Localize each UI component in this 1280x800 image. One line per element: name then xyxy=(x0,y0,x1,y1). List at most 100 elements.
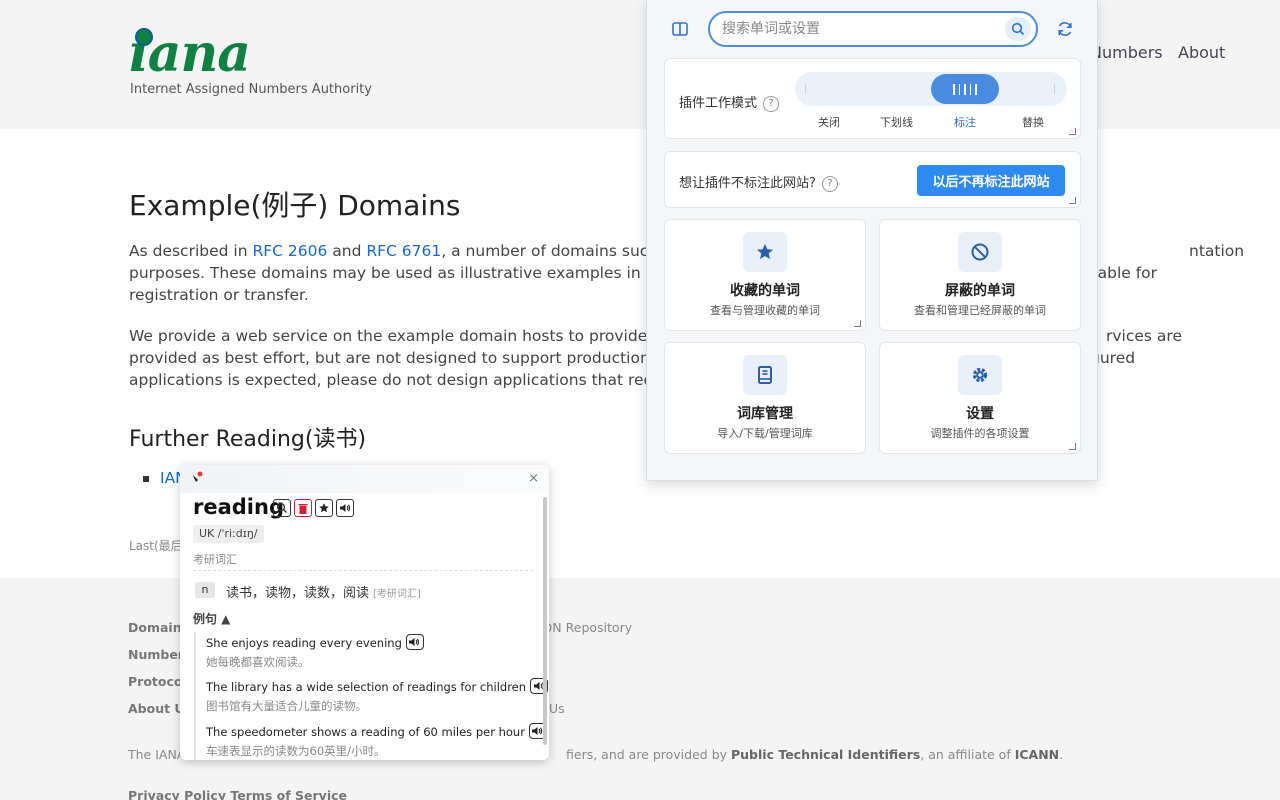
text: We provide a web service on the example … xyxy=(129,327,672,345)
rfc-6761-link[interactable]: RFC 6761 xyxy=(366,242,441,260)
tile-subtitle: 查看与管理收藏的单词 xyxy=(710,304,820,317)
further-reading-heading: Further Reading(读书) xyxy=(129,427,367,452)
library-tile[interactable]: 词库管理 导入/下载/管理词库 xyxy=(664,342,866,454)
mode-card: 插件工作模式? 关闭 下划线 标注 替换 xyxy=(664,58,1081,139)
disable-site-button[interactable]: 以后不再标注此网站 xyxy=(917,165,1065,196)
tile-title: 屏蔽的单词 xyxy=(945,283,1015,299)
examples-list: She enjoys reading every evening 她每晚都喜欢阅… xyxy=(194,632,549,760)
pin-icon[interactable] xyxy=(190,471,204,485)
settings-tile[interactable]: 设置 调整插件的各项设置 xyxy=(879,342,1081,454)
mode-option-underline[interactable]: 下划线 xyxy=(880,114,913,130)
part-of-speech: n xyxy=(195,582,215,598)
tile-subtitle: 查看和管理已经屏蔽的单词 xyxy=(914,304,1046,317)
examples-heading[interactable]: 例句 ▲ xyxy=(193,610,230,627)
star-icon xyxy=(743,232,787,272)
footer-link-idn[interactable]: IDN Repository xyxy=(539,620,632,635)
tile-title: 词库管理 xyxy=(737,406,793,422)
phonetic[interactable]: UK /ˈriːdɪŋ/ xyxy=(193,525,264,543)
word-popup: × reading UK /ˈriːdɪŋ/ 考研词汇 n 读书，读物，读数，阅… xyxy=(180,465,549,760)
logo-subtitle: Internet Assigned Numbers Authority xyxy=(130,82,372,97)
extension-popup: 插件工作模式? 关闭 下划线 标注 替换 想让插件不标注此网站?? 以后不再标注… xyxy=(646,0,1098,481)
mode-slider[interactable] xyxy=(795,72,1067,106)
nav-numbers[interactable]: Numbers xyxy=(1090,43,1163,62)
text: , an affiliate of xyxy=(920,747,1015,762)
iana-logo[interactable]: iana Internet Assigned Numbers Authority xyxy=(129,26,372,102)
pti-name: Public Technical Identifiers xyxy=(731,747,921,762)
resize-corner-icon xyxy=(1069,128,1076,135)
mode-option-replace[interactable]: 替换 xyxy=(1022,114,1044,130)
example-en: The library has a wide selection of read… xyxy=(206,678,549,694)
text: ilable for xyxy=(1089,264,1158,282)
text: As described in xyxy=(129,242,253,260)
star-icon[interactable] xyxy=(315,499,333,517)
tile-subtitle: 调整插件的各项设置 xyxy=(930,427,1030,440)
bullet xyxy=(143,476,149,482)
word-tag: 考研词汇 xyxy=(193,553,237,566)
mode-label: 插件工作模式? xyxy=(679,92,780,112)
slider-tick xyxy=(805,84,806,94)
search-box[interactable] xyxy=(708,11,1038,47)
book-icon[interactable] xyxy=(671,20,689,38)
mode-option-off[interactable]: 关闭 xyxy=(818,114,840,130)
example-en: The speedometer shows a reading of 60 mi… xyxy=(206,723,547,739)
help-icon[interactable]: ? xyxy=(763,96,780,112)
example-zh: 车速表显示的读数为60英里/小时。 xyxy=(206,744,386,758)
slider-tick xyxy=(1054,84,1055,94)
definition: 读书，读物，读数，阅读 [考研词汇] xyxy=(226,582,421,601)
close-icon[interactable]: × xyxy=(528,471,539,486)
definition-tag: [考研词汇] xyxy=(373,589,421,600)
example-text: The library has a wide selection of read… xyxy=(206,680,527,694)
footer-policy-links[interactable]: Privacy Policy Terms of Service xyxy=(128,788,347,800)
search-button[interactable] xyxy=(1005,17,1031,41)
text: purposes. These domains may be used as i… xyxy=(129,264,674,282)
nav-about[interactable]: About xyxy=(1178,43,1225,62)
tile-title: 收藏的单词 xyxy=(730,283,800,299)
scrollbar[interactable] xyxy=(543,497,547,745)
resize-corner-icon xyxy=(1069,197,1076,204)
tile-subtitle: 导入/下载/管理词库 xyxy=(717,427,813,440)
divider xyxy=(193,570,533,571)
notebook-icon xyxy=(743,355,787,395)
refresh-icon[interactable] xyxy=(1055,19,1075,39)
blocked-tile[interactable]: 屏蔽的单词 查看和管理已经屏蔽的单词 xyxy=(879,219,1081,331)
example-text: The speedometer shows a reading of 60 mi… xyxy=(206,725,525,739)
speaker-icon[interactable] xyxy=(336,499,354,517)
favorites-tile[interactable]: 收藏的单词 查看与管理收藏的单词 xyxy=(664,219,866,331)
footer-link-number[interactable]: Number xyxy=(128,647,184,662)
delete-icon[interactable] xyxy=(294,499,312,517)
example-en: She enjoys reading every evening xyxy=(206,634,424,650)
text: fiers, and are provided by xyxy=(566,747,731,762)
text: rvices are xyxy=(1106,327,1182,345)
example-text: She enjoys reading every evening xyxy=(206,636,402,650)
gear-icon xyxy=(958,355,1002,395)
site-label: 想让插件不标注此网站?? xyxy=(679,172,838,192)
tile-title: 设置 xyxy=(966,406,994,422)
footer-link-us[interactable]: Us xyxy=(549,701,565,716)
text: , a number of domains such as xyxy=(441,242,681,260)
resize-corner-icon xyxy=(1069,443,1076,450)
rfc-2606-link[interactable]: RFC 2606 xyxy=(252,242,327,260)
text: and xyxy=(327,242,367,260)
mode-label-text: 插件工作模式 xyxy=(679,96,758,111)
word-headword: reading xyxy=(193,495,284,519)
example-zh: 她每晚都喜欢阅读。 xyxy=(206,655,310,669)
search-input[interactable] xyxy=(722,19,992,39)
text: The IANA xyxy=(128,747,186,762)
word-actions xyxy=(273,499,354,517)
slider-thumb[interactable] xyxy=(931,74,999,104)
footer-link-domain[interactable]: Domain xyxy=(128,620,182,635)
last-updated: Last(最后 xyxy=(129,539,183,553)
page-title: Example(例子) Domains xyxy=(129,189,461,222)
mode-option-annotate[interactable]: 标注 xyxy=(954,114,976,130)
footer-link-protocol[interactable]: Protocol xyxy=(128,674,187,689)
speaker-icon[interactable] xyxy=(405,634,424,650)
example-zh: 图书馆有大量适合儿童的读物。 xyxy=(206,699,367,713)
search-icon xyxy=(1011,22,1025,36)
resize-corner-icon xyxy=(854,320,861,327)
definition-text: 读书，读物，读数，阅读 xyxy=(226,586,370,601)
help-icon[interactable]: ? xyxy=(821,176,838,192)
globe-icon xyxy=(135,28,153,46)
icann-name: ICANN xyxy=(1014,747,1060,762)
lookup-icon[interactable] xyxy=(273,499,291,517)
text: . xyxy=(1059,747,1064,762)
